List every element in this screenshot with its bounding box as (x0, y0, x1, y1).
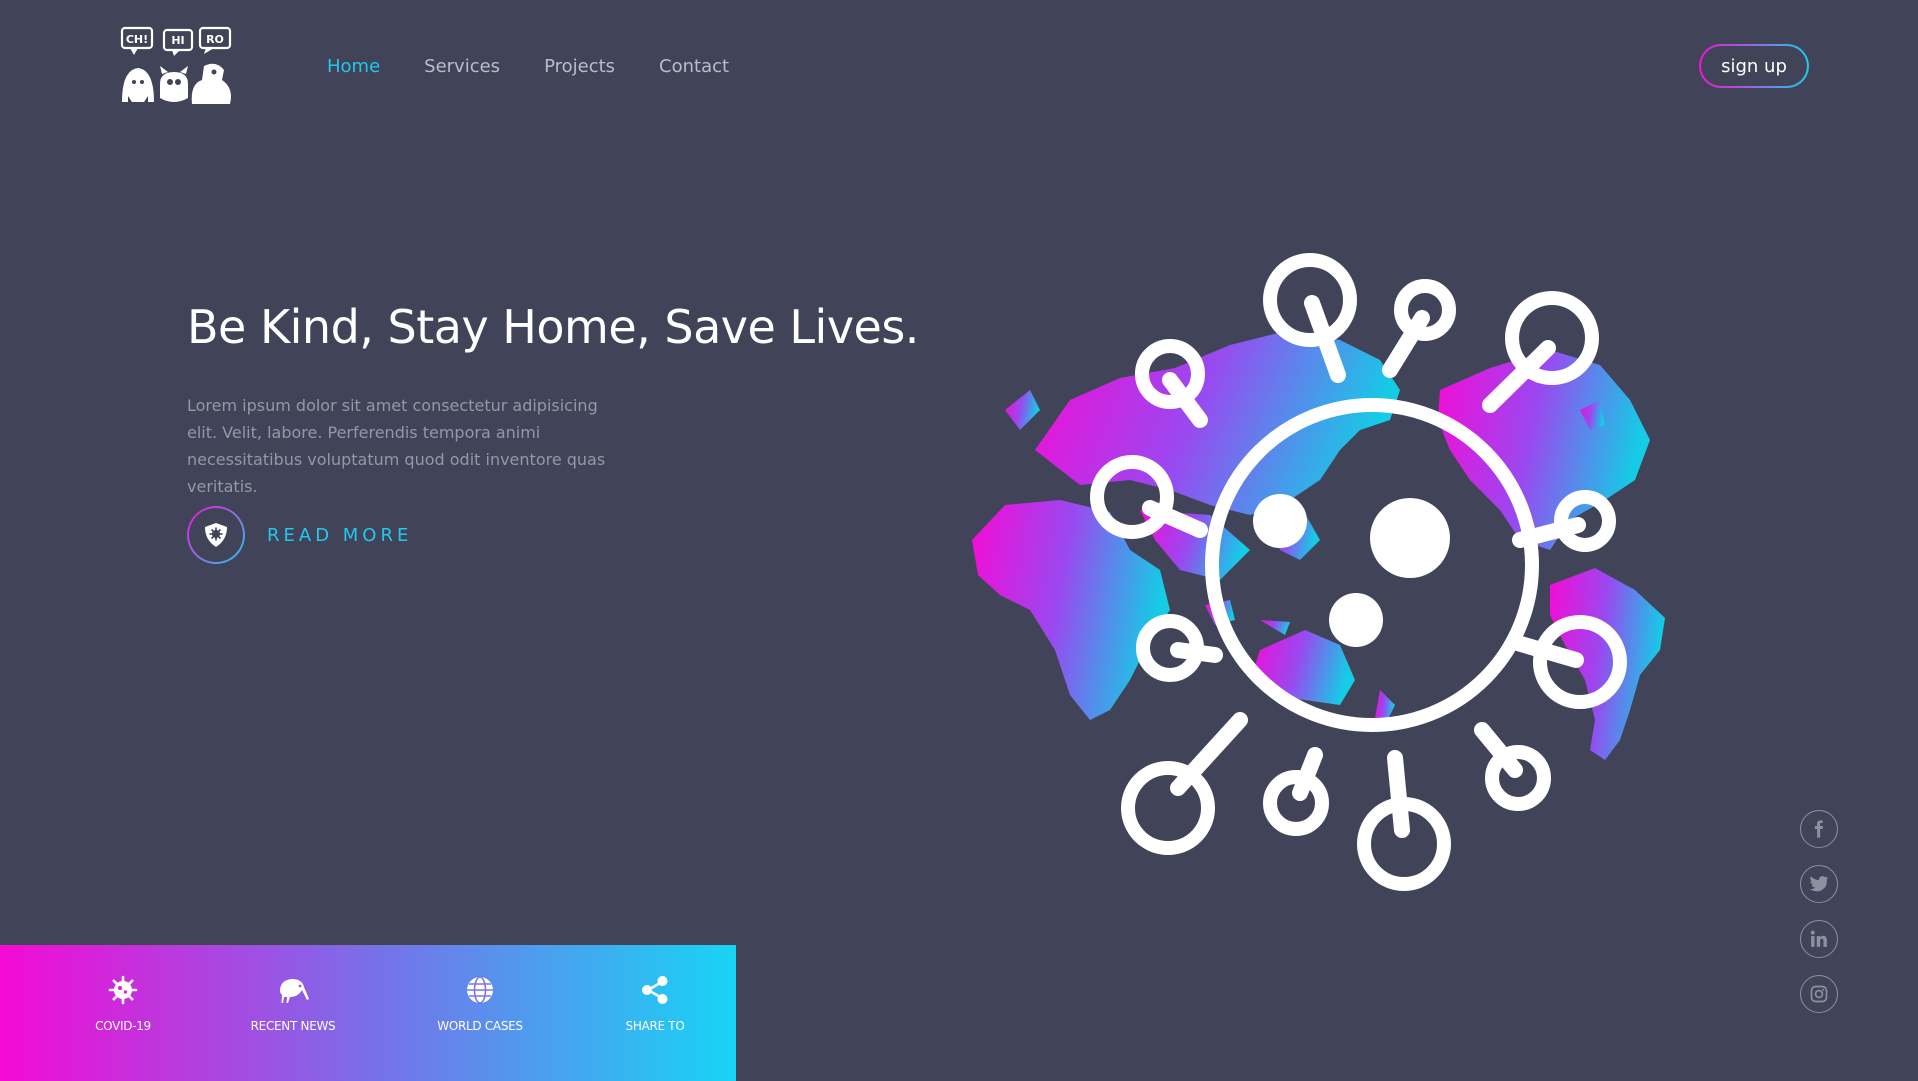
logo-bubble-2: HI (171, 34, 184, 47)
signup-button[interactable]: sign up (1699, 44, 1809, 88)
facebook-icon (1814, 820, 1823, 838)
main-nav: Home Services Projects Contact (327, 55, 729, 79)
linkedin-icon (1810, 930, 1827, 947)
facebook-link[interactable] (1800, 810, 1838, 848)
covid-19-tile[interactable]: COVID-19 (48, 975, 198, 1033)
share-icon (642, 976, 668, 1004)
shield-virus-icon (205, 523, 227, 547)
logo-bubble-3: RO (206, 33, 224, 46)
read-more-icon-circle (187, 506, 245, 564)
read-more-label: READ MORE (267, 524, 413, 546)
social-links (1800, 810, 1838, 1013)
share-to-label: SHARE TO (625, 1019, 685, 1033)
bottom-feature-bar: COVID-19 RECENT NEWS WORLD CASES SHARE T… (0, 945, 736, 1081)
nav-projects[interactable]: Projects (544, 55, 615, 79)
kiwi-bird-icon (280, 979, 309, 1003)
twitter-link[interactable] (1800, 865, 1838, 903)
instagram-icon (1810, 985, 1828, 1003)
globe-icon (467, 976, 493, 1004)
world-cases-tile[interactable]: WORLD CASES (405, 975, 555, 1033)
hero-title: Be Kind, Stay Home, Save Lives. (187, 300, 919, 354)
nav-contact[interactable]: Contact (659, 55, 729, 79)
nav-services[interactable]: Services (424, 55, 500, 79)
recent-news-label: RECENT NEWS (250, 1019, 336, 1033)
share-to-tile[interactable]: SHARE TO (580, 975, 730, 1033)
covid-19-label: COVID-19 (95, 1019, 151, 1033)
hero-description: Lorem ipsum dolor sit amet consectetur a… (187, 396, 606, 496)
twitter-icon (1809, 876, 1829, 892)
instagram-link[interactable] (1800, 975, 1838, 1013)
read-more-button[interactable]: READ MORE (187, 506, 412, 564)
recent-news-tile[interactable]: RECENT NEWS (218, 975, 368, 1033)
virus-icon (108, 975, 138, 1005)
nav-home[interactable]: Home (327, 55, 380, 79)
world-cases-label: WORLD CASES (437, 1019, 523, 1033)
logo-bubble-1: CH! (126, 33, 148, 46)
logo[interactable]: CH! HI RO (120, 26, 236, 106)
linkedin-link[interactable] (1800, 920, 1838, 958)
virus-world-illustration (972, 253, 1665, 891)
